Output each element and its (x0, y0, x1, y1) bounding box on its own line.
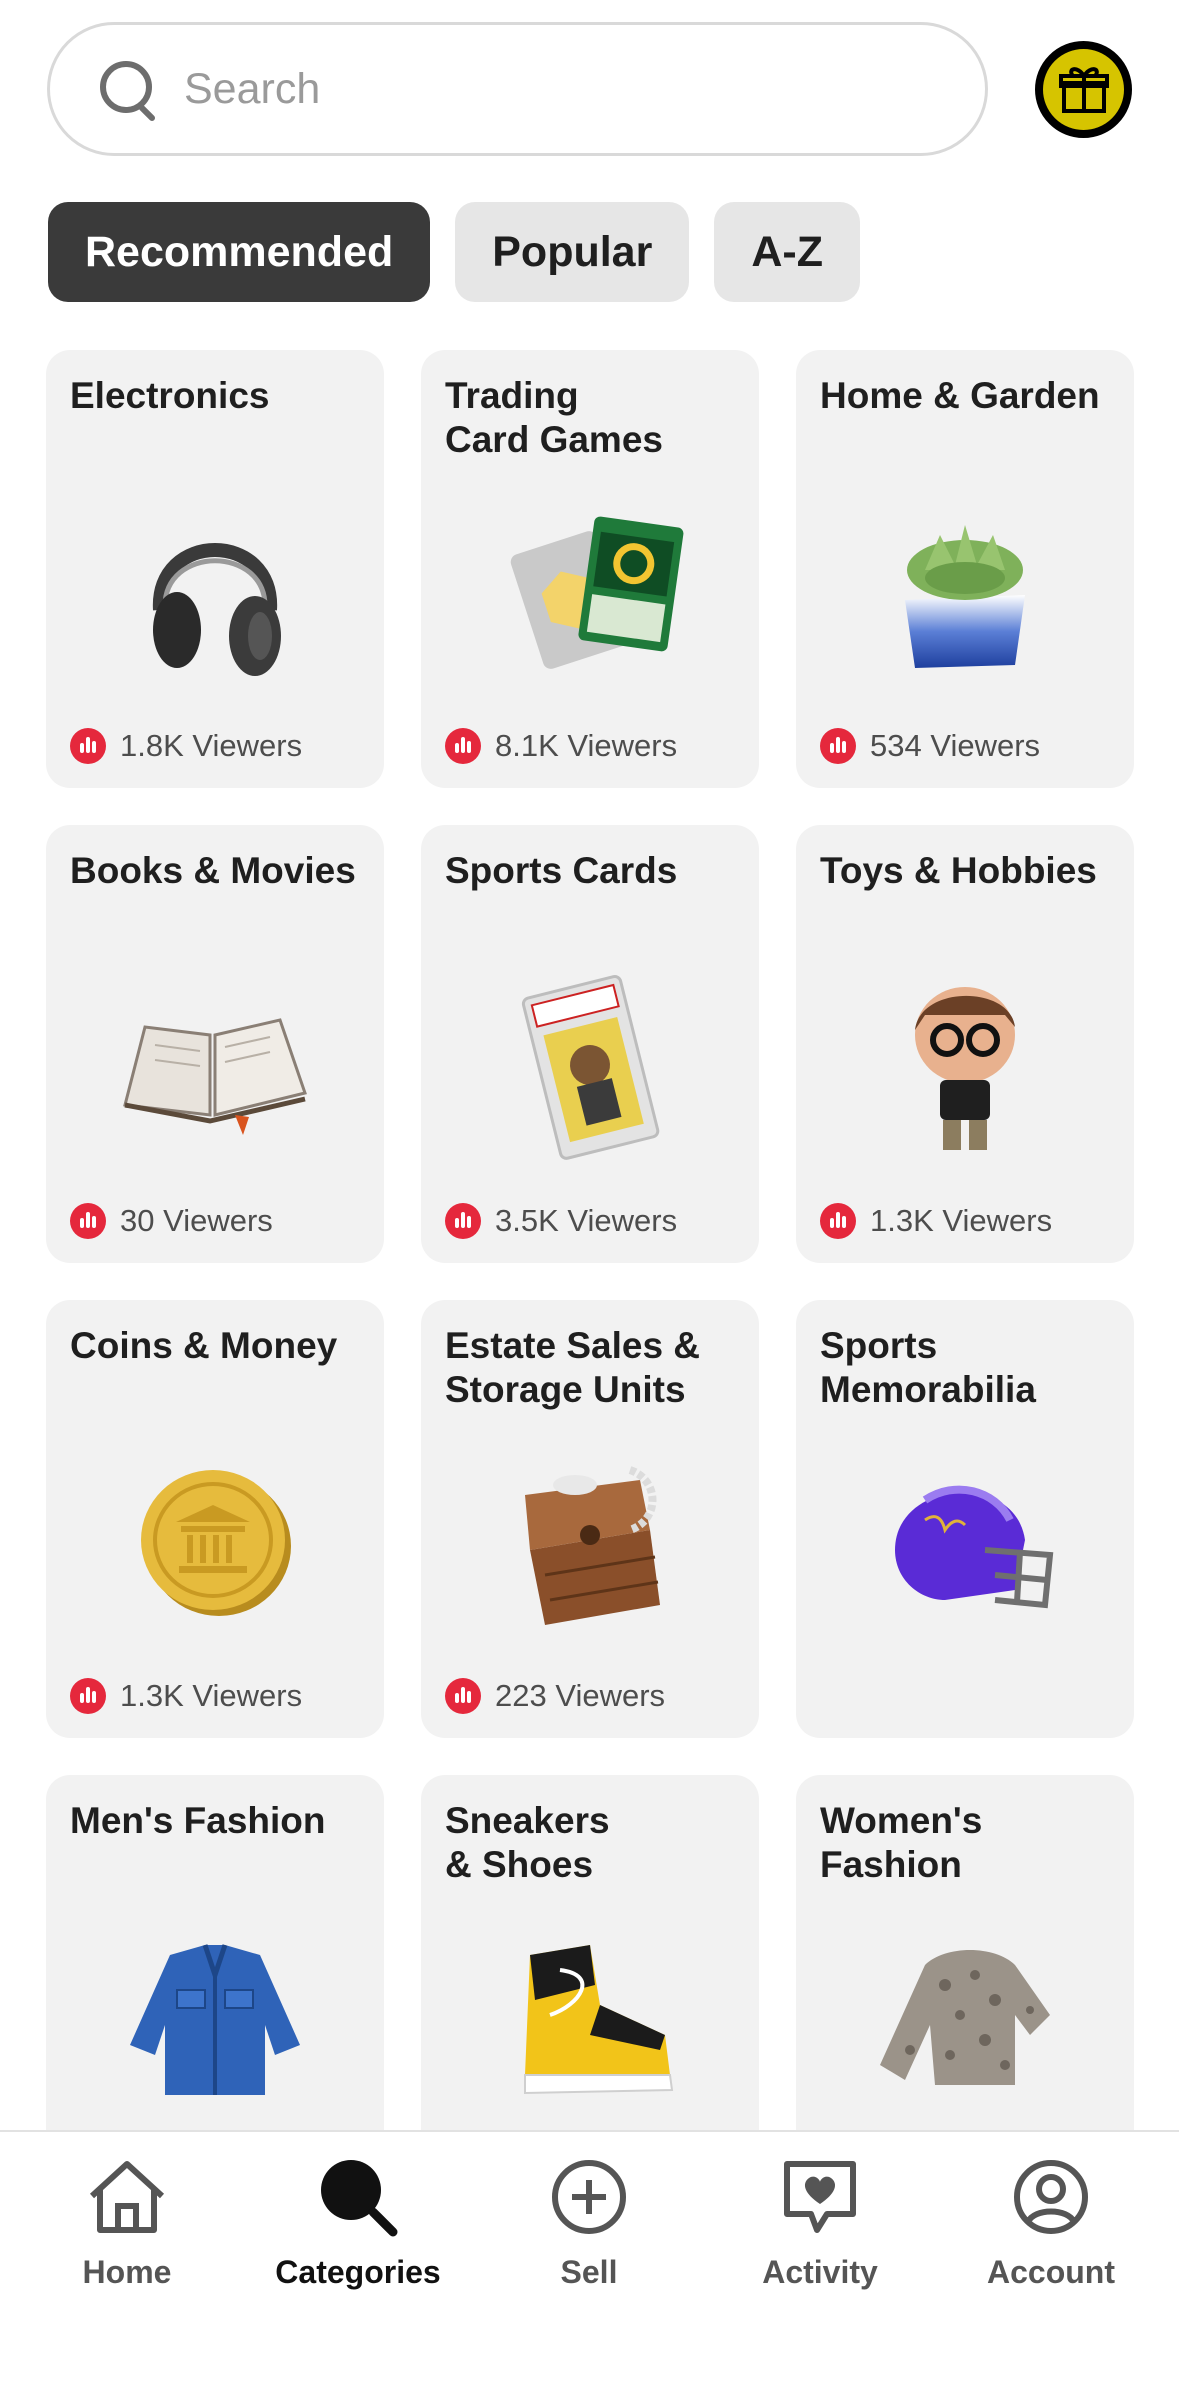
live-indicator-icon (70, 1203, 106, 1239)
categories-search-icon (321, 2160, 398, 2237)
plus-circle-icon (552, 2160, 626, 2234)
home-icon (89, 2161, 165, 2233)
helmet-icon (895, 1485, 1054, 1609)
category-card-sports-cards[interactable]: Sports Cards 3.5K Viewers (421, 825, 759, 1263)
gift-button[interactable] (1035, 41, 1132, 138)
viewer-count-text: 223 Viewers (495, 1678, 666, 1713)
search-icon (100, 61, 156, 117)
search-bar[interactable] (47, 22, 988, 156)
category-card-home-garden[interactable]: Home & Garden 534 Viewers (796, 350, 1134, 788)
live-indicator-icon (445, 1678, 481, 1714)
plant-pot-icon (905, 525, 1025, 668)
category-title: Home & Garden (820, 375, 1100, 416)
viewer-count: 30 Viewers (70, 1203, 273, 1239)
viewer-count: 1.3K Viewers (820, 1203, 1052, 1239)
live-indicator-icon (820, 1203, 856, 1239)
viewer-count-text: 30 Viewers (120, 1203, 273, 1238)
viewer-count-text: 534 Viewers (870, 728, 1041, 763)
category-card-sports-memorabilia[interactable]: Sports Memorabilia (796, 1300, 1134, 1738)
viewer-count: 3.5K Viewers (445, 1203, 677, 1239)
category-title: Women's Fashion (820, 1800, 983, 1885)
chip-recommended[interactable]: Recommended (48, 202, 431, 302)
viewer-count: 1.3K Viewers (70, 1678, 302, 1714)
viewer-count-text: 1.3K Viewers (120, 1678, 303, 1713)
category-card-estate-sales-storage-units[interactable]: Estate Sales & Storage Units 223 Viewers (421, 1300, 759, 1738)
category-title: Electronics (70, 375, 270, 416)
viewer-count: 223 Viewers (445, 1678, 665, 1714)
category-title: Sneakers & Shoes (445, 1800, 610, 1885)
viewer-count: 534 Viewers (820, 728, 1040, 764)
category-title: Books & Movies (70, 850, 356, 891)
book-icon (123, 1018, 307, 1135)
nav-account-label: Account (987, 2254, 1115, 2290)
nav-categories[interactable]: Categories (258, 2152, 458, 2291)
live-indicator-icon (70, 1678, 106, 1714)
trunk-icon (525, 1466, 660, 1625)
chip-a-z[interactable]: A-Z (714, 202, 860, 302)
category-title: Estate Sales & Storage Units (445, 1325, 701, 1410)
category-title: Trading Card Games (445, 375, 663, 460)
nav-account[interactable]: Account (951, 2152, 1151, 2291)
viewer-count-text: 8.1K Viewers (495, 728, 678, 763)
nav-categories-label: Categories (275, 2254, 441, 2290)
category-card-coins-money[interactable]: Coins & Money 1.3K Viewers (46, 1300, 384, 1738)
heart-chat-icon (784, 2161, 856, 2233)
viewer-count-text: 1.8K Viewers (120, 728, 303, 763)
filter-chips: Recommended Popular A-Z (48, 202, 860, 302)
denim-jacket-icon (130, 1944, 300, 2095)
viewer-count: 1.8K Viewers (70, 728, 302, 764)
sneaker-icon (524, 1945, 674, 2095)
nav-home[interactable]: Home (27, 2152, 227, 2291)
viewer-count: 8.1K Viewers (445, 728, 677, 764)
nav-sell-label: Sell (560, 2254, 618, 2290)
category-title: Coins & Money (70, 1325, 338, 1366)
live-indicator-icon (445, 1203, 481, 1239)
category-title: Sports Cards (445, 850, 678, 891)
graded-card-icon (521, 975, 660, 1160)
category-title: Toys & Hobbies (820, 850, 1097, 891)
live-indicator-icon (70, 728, 106, 764)
category-title: Sports Memorabilia (820, 1325, 1036, 1410)
live-indicator-icon (820, 728, 856, 764)
live-indicator-icon (445, 728, 481, 764)
category-title: Men's Fashion (70, 1800, 326, 1841)
viewer-count-text: 3.5K Viewers (495, 1203, 678, 1238)
viewer-count-text: 1.3K Viewers (870, 1203, 1053, 1238)
chip-popular[interactable]: Popular (455, 202, 690, 302)
nav-sell[interactable]: Sell (489, 2152, 689, 2291)
coin-icon (141, 1470, 291, 1616)
trading-cards-icon (510, 516, 684, 669)
nav-activity[interactable]: Activity (720, 2152, 920, 2291)
account-icon (1014, 2160, 1088, 2234)
category-card-electronics[interactable]: Electronics 1.8K Viewers (46, 350, 384, 788)
headphones-icon (152, 543, 281, 676)
gift-icon (1058, 66, 1109, 113)
sweater-icon (880, 1950, 1050, 2085)
search-input[interactable] (184, 64, 944, 114)
figure-icon (915, 987, 1015, 1150)
bottom-navigation: Home Categories Sell Activity Account (0, 2130, 1179, 2396)
category-card-toys-hobbies[interactable]: Toys & Hobbies 1.3K Viewers (796, 825, 1134, 1263)
category-card-books-movies[interactable]: Books & Movies 30 Viewers (46, 825, 384, 1263)
nav-activity-label: Activity (762, 2254, 878, 2290)
nav-home-label: Home (82, 2254, 172, 2290)
category-card-trading-card-games[interactable]: Trading Card Games 8.1K Viewers (421, 350, 759, 788)
